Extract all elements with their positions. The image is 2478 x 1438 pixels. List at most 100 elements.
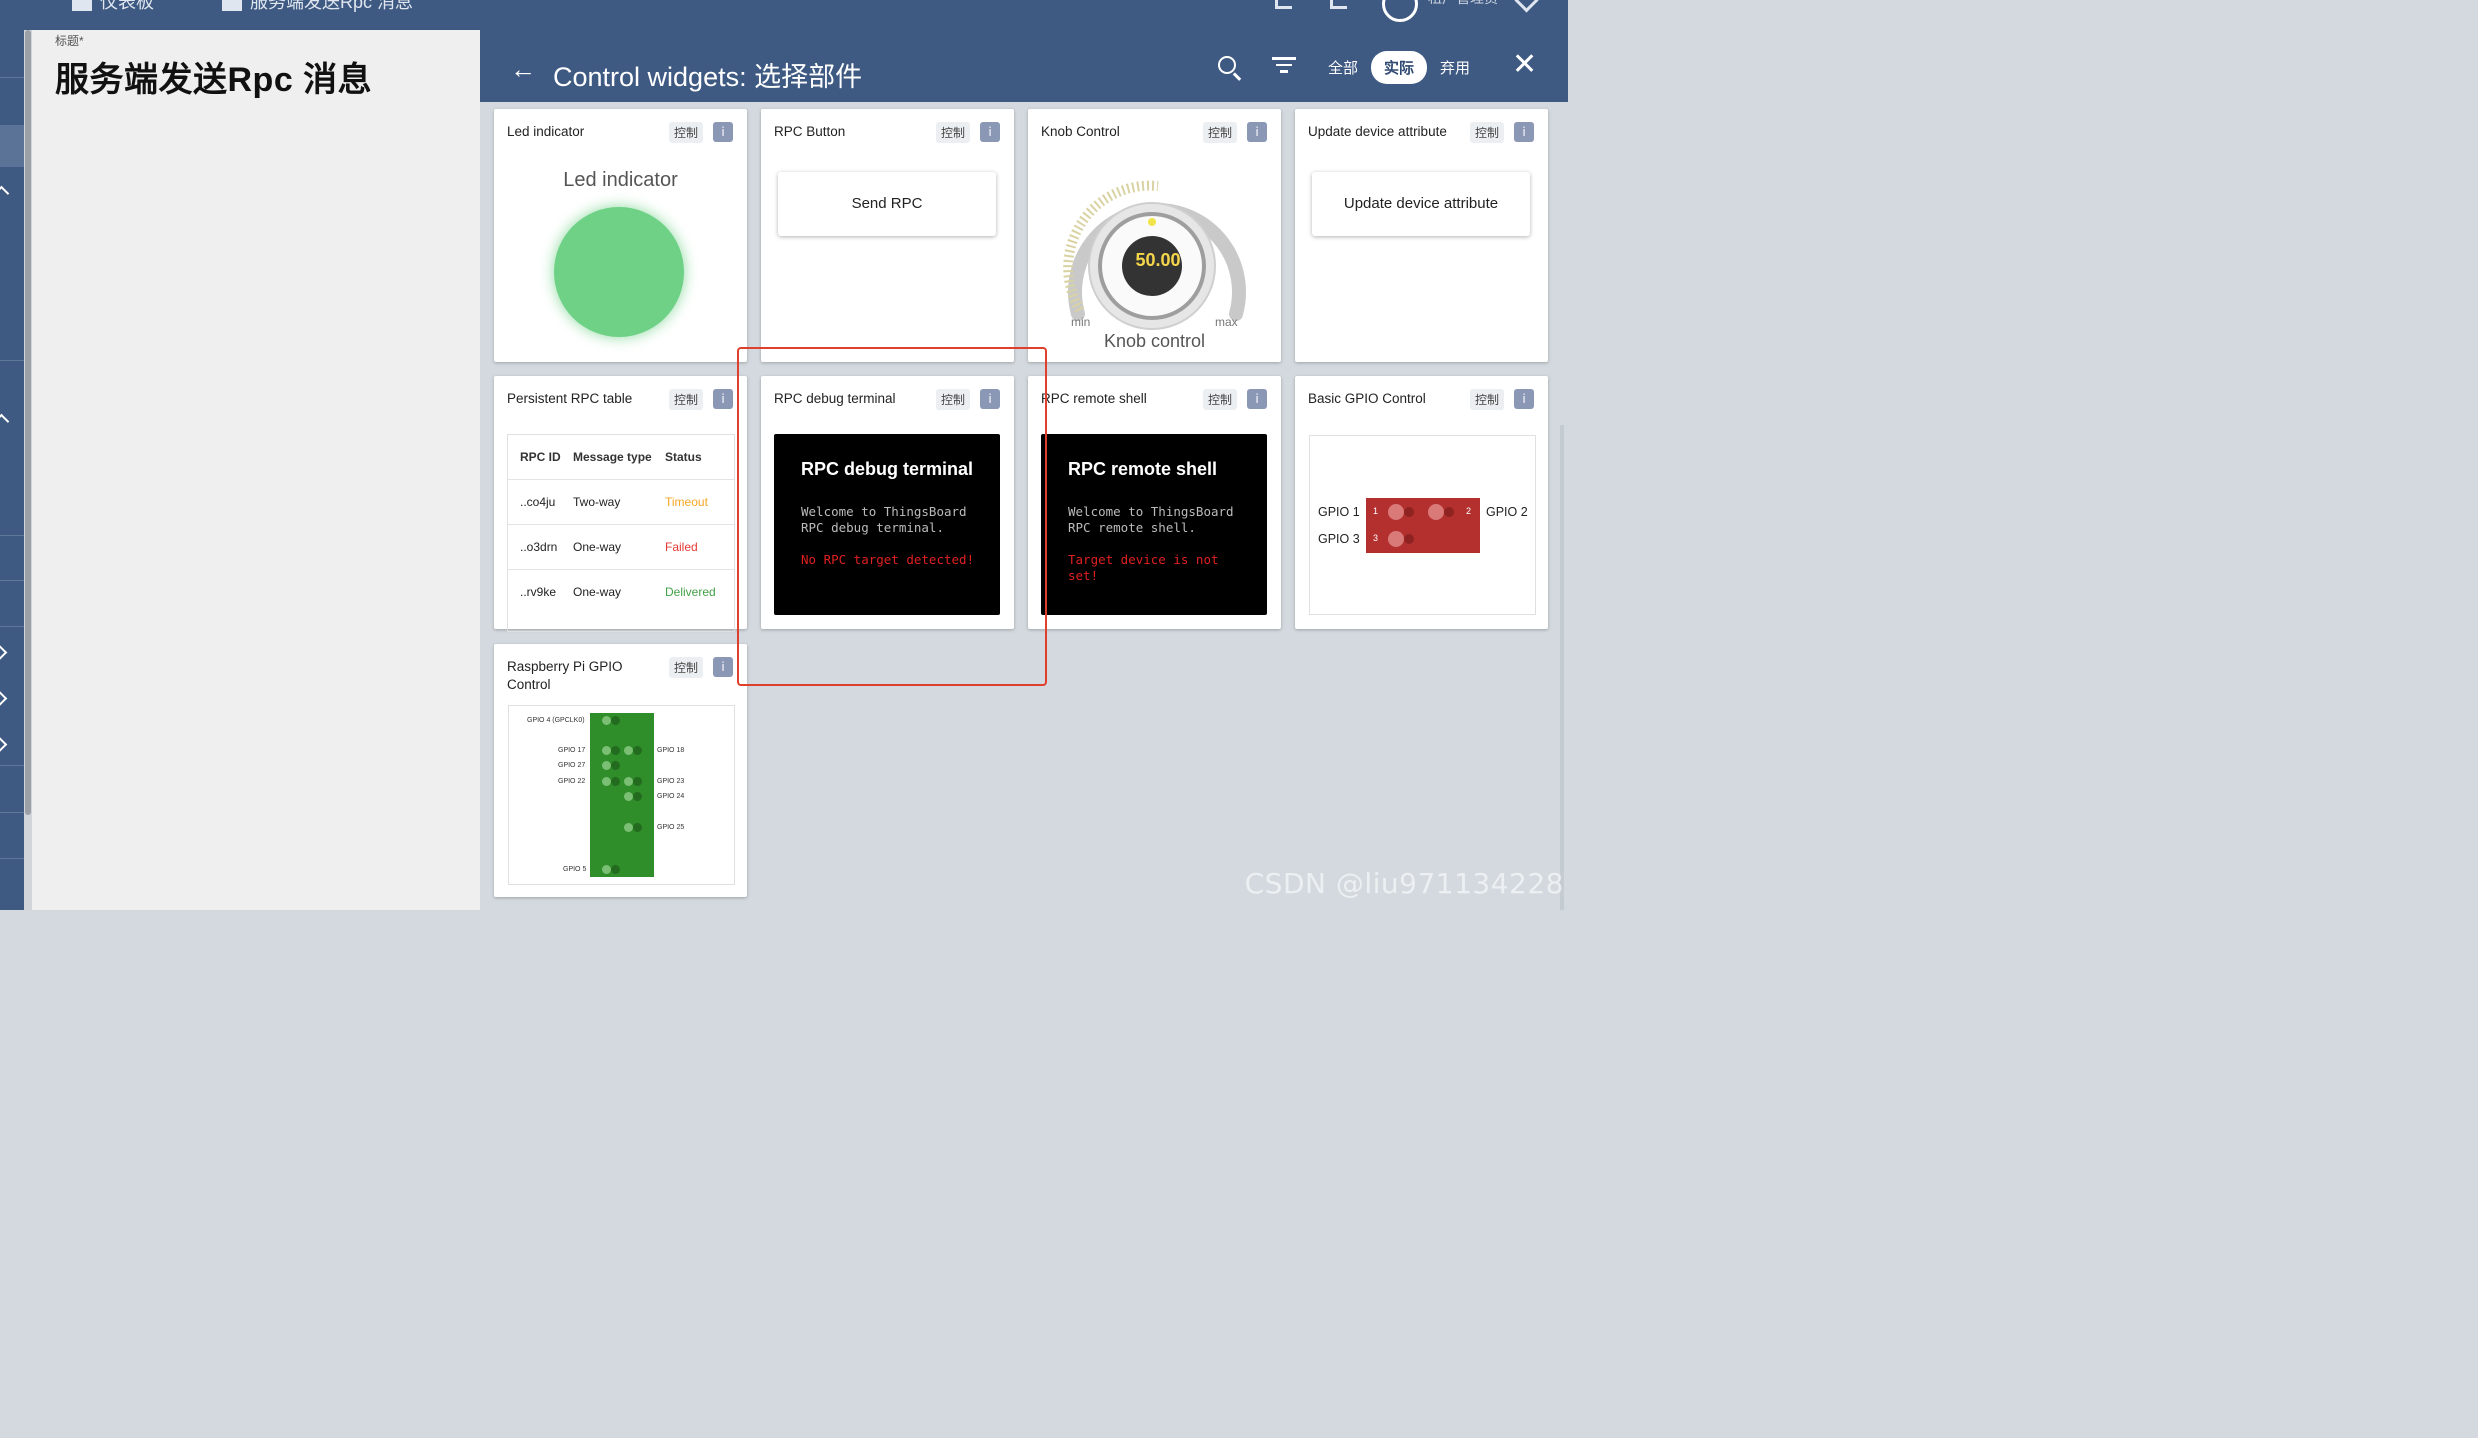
gpio-pin-3[interactable] <box>1388 531 1404 547</box>
gpio-pin-ground <box>633 823 642 832</box>
knob-dial <box>1063 180 1246 330</box>
info-icon[interactable]: i <box>980 389 1000 409</box>
side-nav <box>0 30 24 910</box>
search-icon[interactable] <box>1218 56 1236 74</box>
scrollbar[interactable] <box>24 30 32 910</box>
info-icon[interactable]: i <box>1247 122 1267 142</box>
rpc-id-cell: ..o3drn <box>520 540 558 554</box>
widget-card-rpc-button[interactable]: RPC Button 控制 i Send RPC <box>761 109 1014 362</box>
control-badge: 控制 <box>1470 122 1505 143</box>
rpc-id-cell: ..rv9ke <box>520 585 557 599</box>
control-badge: 控制 <box>1470 389 1505 410</box>
status-cell: Failed <box>665 540 698 554</box>
widget-card-title: RPC debug terminal <box>774 391 896 406</box>
title-field-label: 标题* <box>55 34 84 48</box>
knob-caption: Knob control <box>1103 331 1206 351</box>
info-icon[interactable]: i <box>713 122 733 142</box>
nav-divider <box>0 626 24 627</box>
gpio-pin-1[interactable] <box>1388 504 1404 520</box>
chevron-icon[interactable] <box>0 644 8 661</box>
info-icon[interactable]: i <box>1514 389 1534 409</box>
gpio-label: GPIO 4 (GPCLK0) <box>527 717 585 724</box>
scrollbar-thumb[interactable] <box>25 30 31 815</box>
widget-card-title: Knob Control <box>1041 124 1120 139</box>
widget-card-knob-control[interactable]: Knob Control 控制 i 50.00 min max Knob con… <box>1028 109 1281 362</box>
knob-value: 50.00 <box>1135 250 1181 270</box>
table-row: ..co4ju Two-way Timeout <box>508 479 734 524</box>
chevron-icon[interactable] <box>0 690 8 707</box>
gpio-pin-ground <box>633 777 642 786</box>
gpio-pin[interactable] <box>602 716 611 725</box>
nav-divider <box>0 580 24 581</box>
control-badge: 控制 <box>669 389 704 410</box>
avatar[interactable] <box>1382 0 1418 22</box>
widget-card-title: Basic GPIO Control <box>1308 391 1426 406</box>
pin-number: 3 <box>1373 533 1379 543</box>
chevron-up-icon[interactable] <box>0 413 10 430</box>
breadcrumb-current-dashboard[interactable]: 服务端发送Rpc 消息 <box>222 0 413 14</box>
side-nav-selected-item[interactable] <box>0 125 24 167</box>
widget-card-title: Persistent RPC table <box>507 391 633 406</box>
info-icon[interactable]: i <box>713 657 733 677</box>
terminal-error-text: No RPC target detected! <box>801 552 975 567</box>
terminal-preview: RPC debug terminal Welcome to ThingsBoar… <box>774 434 1000 615</box>
gpio-board: 1 2 3 <box>1366 498 1480 553</box>
status-cell: Delivered <box>665 585 716 599</box>
tab-actual[interactable]: 实际 <box>1371 51 1428 84</box>
gpio-pin[interactable] <box>602 865 611 874</box>
gpio-pin[interactable] <box>624 823 633 832</box>
gpio-label: GPIO 17 <box>558 747 586 754</box>
send-rpc-button-preview: Send RPC <box>778 172 996 236</box>
nav-divider <box>0 812 24 813</box>
gpio-pin[interactable] <box>624 746 633 755</box>
info-icon[interactable]: i <box>1247 389 1267 409</box>
close-icon[interactable]: ✕ <box>1512 50 1537 80</box>
gpio-pin[interactable] <box>602 777 611 786</box>
gpio-pin[interactable] <box>624 777 633 786</box>
widget-card-rpc-debug-terminal[interactable]: RPC debug terminal 控制 i RPC debug termin… <box>761 376 1014 629</box>
gpio-pin[interactable] <box>602 761 611 770</box>
gpio-pin-ground <box>611 746 620 755</box>
gpio-pin[interactable] <box>624 792 633 801</box>
tab-all[interactable]: 全部 <box>1315 51 1371 84</box>
column-header: Message type <box>573 450 652 464</box>
breadcrumb-label: 服务端发送Rpc 消息 <box>250 0 414 12</box>
scrollbar[interactable] <box>1560 425 1564 910</box>
chevron-icon[interactable] <box>0 736 8 753</box>
dialog-title: Control widgets: 选择部件 <box>553 62 863 92</box>
gpio-pin[interactable] <box>602 746 611 755</box>
chevron-up-icon[interactable] <box>0 185 10 202</box>
terminal-preview: RPC remote shell Welcome to ThingsBoard … <box>1041 434 1267 615</box>
widget-card-led-indicator[interactable]: Led indicator 控制 i Led indicator <box>494 109 747 362</box>
chevron-down-icon[interactable] <box>1514 0 1539 13</box>
widget-card-rpc-remote-shell[interactable]: RPC remote shell 控制 i RPC remote shell W… <box>1028 376 1281 629</box>
filter-icon[interactable] <box>1272 57 1296 75</box>
title-field-input[interactable]: 服务端发送Rpc 消息 <box>55 52 372 101</box>
gpio-pin-ground <box>611 777 620 786</box>
gpio-label: GPIO 18 <box>657 747 685 754</box>
pin-number: 2 <box>1466 506 1472 516</box>
back-arrow-icon[interactable]: ← <box>510 56 536 82</box>
info-icon[interactable]: i <box>1514 122 1534 142</box>
fullscreen-icon[interactable] <box>1275 0 1292 9</box>
top-app-bar: 仪表板 服务端发送Rpc 消息 租户管理员 <box>0 0 1568 30</box>
breadcrumb-dashboards[interactable]: 仪表板 <box>72 0 154 14</box>
gpio-label: GPIO 23 <box>657 778 685 785</box>
notification-icon[interactable] <box>1330 0 1347 9</box>
terminal-welcome-text: Welcome to ThingsBoard RPC remote shell. <box>1068 504 1234 535</box>
gpio-label: GPIO 3 <box>1318 532 1360 546</box>
widget-card-raspberry-pi-gpio[interactable]: Raspberry Pi GPIO Control 控制 i GPIO 4 (G… <box>494 644 747 897</box>
led-preview-title: Led indicator <box>563 169 678 191</box>
info-icon[interactable]: i <box>713 389 733 409</box>
widget-card-update-device-attribute[interactable]: Update device attribute 控制 i Update devi… <box>1295 109 1548 362</box>
tab-deprecated[interactable]: 弃用 <box>1427 51 1483 84</box>
control-badge: 控制 <box>1203 389 1238 410</box>
widget-card-basic-gpio-control[interactable]: Basic GPIO Control 控制 i GPIO 1 GPIO 3 GP… <box>1295 376 1548 629</box>
rpc-table-preview: RPC ID Message type Status ..co4ju Two-w… <box>507 434 735 632</box>
dashboard-icon <box>222 0 242 11</box>
gpio-pin-2[interactable] <box>1428 504 1444 520</box>
widget-card-persistent-rpc-table[interactable]: Persistent RPC table 控制 i RPC ID Message… <box>494 376 747 632</box>
rpi-gpio-preview: GPIO 4 (GPCLK0) GPIO 17 GPIO 27 GPIO 22 … <box>508 705 735 885</box>
gpio-pin-ground <box>611 761 620 770</box>
info-icon[interactable]: i <box>980 122 1000 142</box>
